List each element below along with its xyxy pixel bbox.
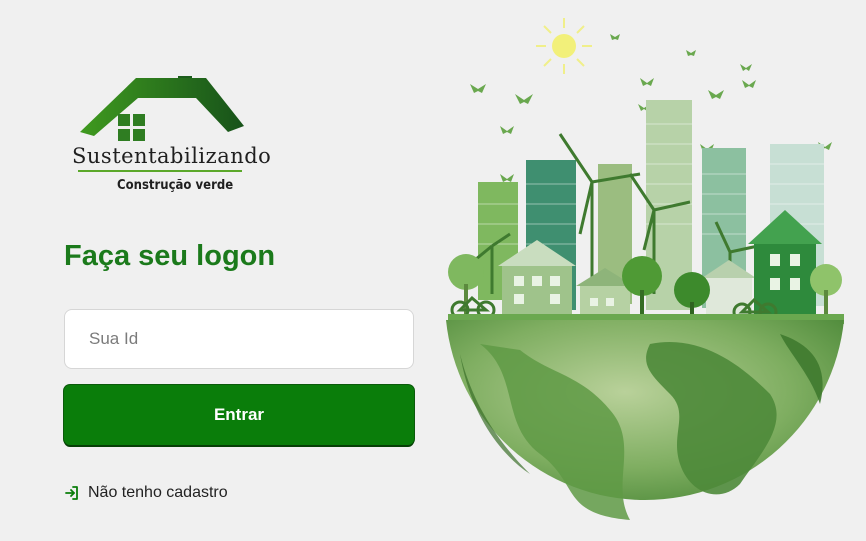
sun-icon [536,18,592,74]
earth-globe [446,320,844,520]
brand-name: Sustentabilizando [72,144,272,168]
green-city-earth-illustration [446,18,844,520]
house-icon [80,76,244,141]
logo: Sustentabilizando Construção verde [70,70,272,200]
id-input[interactable] [64,309,414,369]
log-in-icon [65,486,78,500]
register-link[interactable]: Não tenho cadastro [64,484,228,502]
brand-tagline: Construção verde [117,178,234,193]
brand-underline [78,170,242,172]
page-title: Faça seu logon [64,240,276,272]
register-label: Não tenho cadastro [88,484,228,501]
enter-button[interactable]: Entrar [64,385,414,445]
